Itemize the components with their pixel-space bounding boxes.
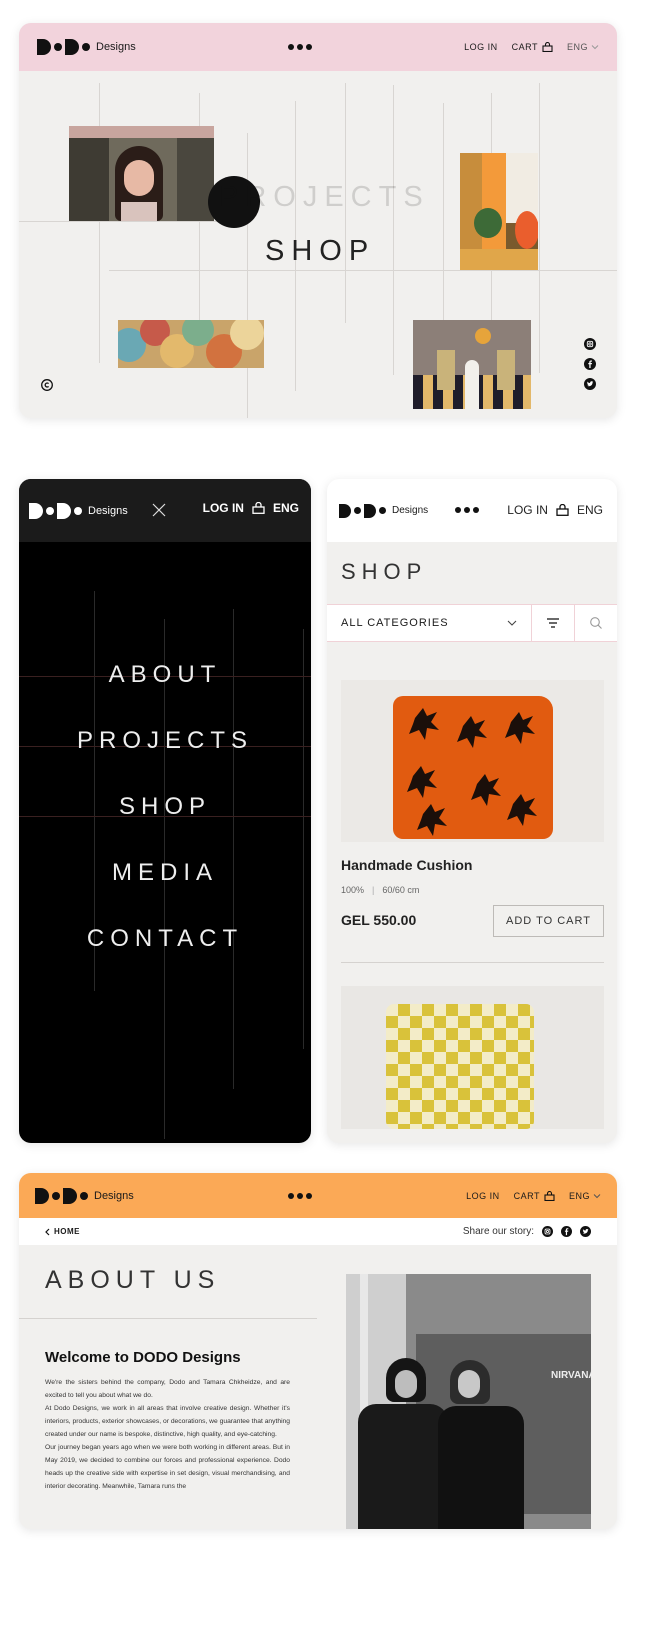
- cart-label: CART: [513, 1190, 540, 1201]
- chevron-down-icon: [507, 620, 517, 626]
- shop-screen: Designs LOG IN ENG SHOP ALL CATEGORIES H…: [327, 479, 617, 1143]
- cart-link[interactable]: CART: [513, 1190, 555, 1201]
- poster-text: NIRVANA: [551, 1370, 591, 1381]
- subheader: HOME Share our story:: [19, 1218, 617, 1245]
- logo[interactable]: Designs: [35, 1187, 134, 1204]
- product-image-cushion-yellow[interactable]: [341, 986, 604, 1129]
- copyright-icon: [41, 379, 53, 391]
- product-size: 60/60 cm: [382, 885, 420, 895]
- header: Designs LOG IN CART ENG: [19, 23, 617, 71]
- about-paragraph: We're the sisters behind the company, Do…: [45, 1379, 290, 1399]
- back-link-label: HOME: [54, 1227, 80, 1236]
- more-menu-button[interactable]: [287, 1192, 312, 1199]
- category-select-label: ALL CATEGORIES: [341, 617, 449, 629]
- cart-icon[interactable]: [252, 502, 265, 514]
- facebook-icon[interactable]: [584, 358, 596, 370]
- header: Designs LOG IN ENG: [327, 479, 617, 542]
- cart-link[interactable]: CART: [512, 42, 553, 52]
- facebook-icon[interactable]: [561, 1226, 572, 1237]
- search-icon: [590, 617, 602, 629]
- product-image-cushion-orange[interactable]: [341, 680, 604, 842]
- menu-link-shop[interactable]: SHOP: [265, 235, 375, 268]
- about-body: We're the sisters behind the company, Do…: [45, 1376, 290, 1493]
- more-menu-button[interactable]: [287, 44, 312, 50]
- product-specs: 100% | 60/60 cm: [341, 885, 420, 895]
- product-name[interactable]: Handmade Cushion: [341, 857, 472, 873]
- language-select[interactable]: ENG: [273, 501, 299, 515]
- founders-photo: NIRVANA: [346, 1274, 591, 1529]
- about-screen: Designs LOG IN CART ENG HOME Share our s…: [19, 1173, 617, 1529]
- logo[interactable]: Designs: [37, 39, 136, 55]
- product-price: GEL 550.00: [341, 912, 417, 928]
- login-link[interactable]: LOG IN: [507, 503, 548, 517]
- page-title: ABOUT US: [45, 1266, 221, 1294]
- header: Designs LOG IN CART ENG: [19, 1173, 617, 1218]
- twitter-icon[interactable]: [580, 1226, 591, 1237]
- home-screen: Designs LOG IN CART ENG PROJECTS SHOP: [19, 23, 617, 418]
- chevron-down-icon: [591, 45, 599, 50]
- instagram-icon[interactable]: [584, 338, 596, 350]
- logo[interactable]: Designs: [339, 503, 428, 518]
- project-photo-room[interactable]: [413, 320, 531, 409]
- category-select[interactable]: ALL CATEGORIES: [327, 605, 532, 641]
- nav-link-shop[interactable]: SHOP: [19, 793, 311, 859]
- about-heading: Welcome to DODO Designs: [45, 1349, 241, 1366]
- nav-link-about[interactable]: ABOUT: [19, 661, 311, 727]
- more-menu-button[interactable]: [455, 507, 479, 513]
- chevron-left-icon: [45, 1228, 50, 1235]
- mobile-menu-screen: Designs LOG IN ENG ABOUT PROJECTS SHOP M…: [19, 479, 311, 1143]
- menu-link-projects[interactable]: PROJECTS: [219, 181, 430, 214]
- chevron-down-icon: [593, 1193, 601, 1198]
- login-link[interactable]: LOG IN: [464, 42, 498, 52]
- twitter-icon[interactable]: [584, 378, 596, 390]
- language-select[interactable]: ENG: [567, 42, 599, 52]
- page-title: SHOP: [341, 559, 428, 584]
- language-select[interactable]: ENG: [569, 1191, 601, 1201]
- filter-bar: ALL CATEGORIES: [327, 604, 617, 642]
- login-link[interactable]: LOG IN: [466, 1191, 500, 1201]
- cart-icon[interactable]: [556, 504, 569, 516]
- login-link[interactable]: LOG IN: [203, 501, 244, 515]
- search-button[interactable]: [575, 605, 617, 641]
- cart-icon: [544, 1190, 555, 1201]
- about-paragraph: Our journey began years ago when we were…: [45, 1444, 290, 1490]
- header: Designs LOG IN ENG: [19, 479, 311, 542]
- nav-link-media[interactable]: MEDIA: [19, 859, 311, 925]
- mobile-nav: ABOUT PROJECTS SHOP MEDIA CONTACT: [19, 661, 311, 991]
- project-photo-portrait[interactable]: [69, 126, 214, 221]
- logo[interactable]: Designs: [29, 502, 128, 519]
- nav-link-contact[interactable]: CONTACT: [19, 925, 311, 991]
- back-link[interactable]: HOME: [45, 1227, 80, 1236]
- close-icon[interactable]: [152, 503, 166, 517]
- cart-icon: [542, 42, 553, 52]
- language-select[interactable]: ENG: [577, 503, 603, 517]
- instagram-icon[interactable]: [542, 1226, 553, 1237]
- nav-link-projects[interactable]: PROJECTS: [19, 727, 311, 793]
- filter-button[interactable]: [532, 605, 575, 641]
- add-to-cart-button[interactable]: ADD TO CART: [493, 905, 604, 937]
- language-label: ENG: [566, 42, 588, 52]
- project-photo-interior[interactable]: [460, 153, 538, 270]
- filter-icon: [547, 618, 559, 628]
- product-material: 100%: [341, 885, 365, 895]
- cart-label: CART: [511, 42, 538, 52]
- project-photo-fans[interactable]: [118, 320, 264, 368]
- share-label: Share our story:: [462, 1226, 534, 1237]
- language-label: ENG: [568, 1190, 590, 1201]
- about-paragraph: At Dodo Designs, we work in all areas th…: [45, 1405, 290, 1438]
